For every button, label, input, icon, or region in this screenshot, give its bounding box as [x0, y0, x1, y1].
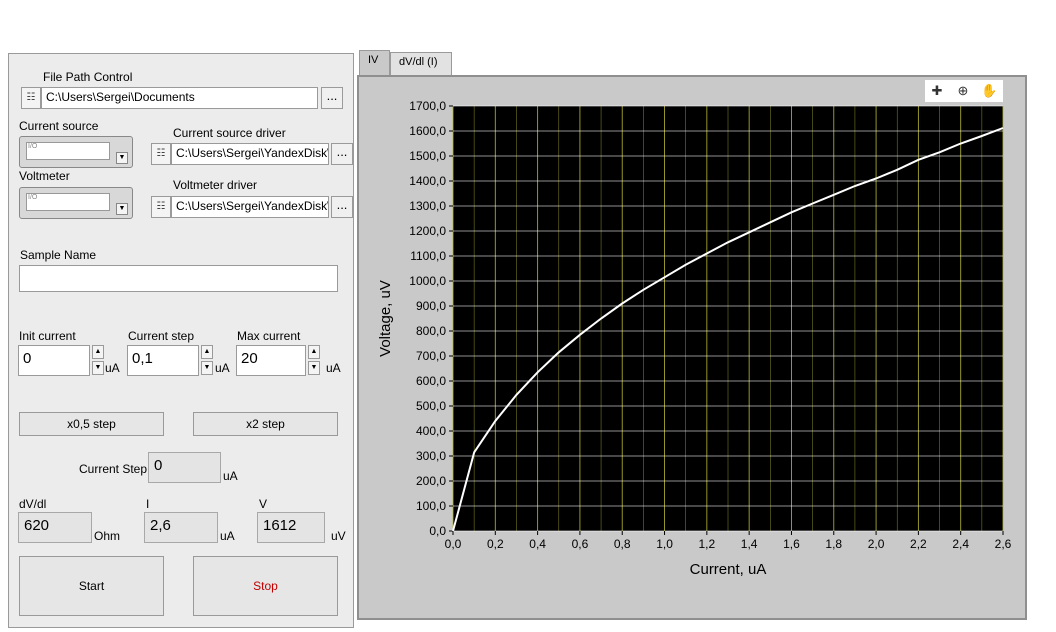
current-step-indicator-label: Current Step [79, 462, 148, 476]
max-current-unit: uA [326, 361, 341, 375]
x-tick-label: 1,2 [699, 537, 716, 551]
sample-name-label: Sample Name [20, 248, 97, 262]
cursor-move-icon[interactable]: ✚ [929, 83, 945, 99]
path-icon: ☷ [21, 87, 41, 109]
x-axis-label: Current, uA [690, 561, 767, 578]
x-ticks: 0,0 0,2 0,4 0,6 0,8 1,0 1,2 1,4 1,6 1,8 2,0 2,2 2,4 2… [445, 531, 1012, 551]
current-step-label: Current step [128, 329, 195, 343]
init-current-label: Init current [19, 329, 76, 343]
current-source-driver-input[interactable]: C:\Users\Sergei\YandexDisk\ [171, 143, 329, 165]
v-unit: uV [331, 529, 346, 543]
y-axis-label: Voltage, uV [377, 280, 394, 357]
current-step-indicator-unit: uA [223, 469, 238, 483]
x-tick-label: 0,2 [487, 537, 504, 551]
x-tick-label: 2,0 [868, 537, 885, 551]
y-tick-label: 1600,0 [409, 124, 446, 138]
path-icon: ☷ [151, 143, 171, 165]
y-tick-label: 200,0 [416, 474, 446, 488]
current-source-label: Current source [19, 119, 99, 133]
stop-button[interactable]: Stop [193, 556, 338, 616]
x-tick-label: 1,4 [741, 537, 758, 551]
y-tick-label: 800,0 [416, 324, 446, 338]
voltmeter-driver-browse-button[interactable]: ... [331, 196, 353, 218]
file-path-label: File Path Control [43, 70, 133, 84]
voltmeter-visa[interactable]: I/O ▼ [19, 187, 133, 219]
init-current-input[interactable]: 0 [18, 345, 90, 376]
y-tick-label: 1100,0 [410, 249, 446, 263]
file-path-input[interactable]: C:\Users\Sergei\Documents [41, 87, 318, 109]
double-step-button[interactable]: x2 step [193, 412, 338, 436]
init-current-stepper[interactable]: ▲ ▼ [92, 345, 104, 375]
current-source-driver-label: Current source driver [173, 126, 286, 140]
current-step-unit: uA [215, 361, 230, 375]
voltmeter-label: Voltmeter [19, 169, 70, 183]
current-source-visa[interactable]: I/O ▼ [19, 136, 133, 168]
y-tick-label: 1400,0 [409, 174, 446, 188]
path-icon: ☷ [151, 196, 171, 218]
dvdl-label: dV/dl [19, 497, 47, 511]
y-tick-label: 900,0 [416, 299, 446, 313]
x-tick-label: 0,6 [572, 537, 589, 551]
v-indicator: 1612 [257, 512, 325, 543]
chevron-down-icon[interactable]: ▼ [116, 203, 128, 215]
current-step-stepper[interactable]: ▲ ▼ [201, 345, 213, 375]
x-tick-label: 2,2 [910, 537, 927, 551]
graph-palette: ✚ ⊕ ✋ [925, 80, 1003, 102]
y-tick-label: 300,0 [416, 449, 446, 463]
start-button[interactable]: Start [19, 556, 164, 616]
x-tick-label: 1,8 [825, 537, 842, 551]
current-source-visa-input[interactable]: I/O [26, 142, 110, 160]
pan-hand-icon[interactable]: ✋ [981, 83, 997, 99]
y-ticks: 0,0 100,0 200,0 300,0 400,0 500,0 600,0 700,0 80… [409, 100, 453, 538]
zoom-icon[interactable]: ⊕ [955, 83, 971, 99]
init-current-unit: uA [105, 361, 120, 375]
y-tick-label: 500,0 [416, 399, 446, 413]
i-unit: uA [220, 529, 235, 543]
dvdl-unit: Ohm [94, 529, 121, 543]
chevron-down-icon[interactable]: ▼ [116, 152, 128, 164]
x-tick-label: 2,6 [995, 537, 1012, 551]
x-tick-label: 2,4 [952, 537, 969, 551]
file-path-browse-button[interactable]: ... [321, 87, 343, 109]
voltmeter-driver-label: Voltmeter driver [173, 178, 258, 192]
current-source-driver-browse-button[interactable]: ... [331, 143, 353, 165]
half-step-button[interactable]: x0,5 step [19, 412, 164, 436]
current-step-indicator: 0 [148, 452, 221, 483]
x-tick-label: 0,4 [529, 537, 546, 551]
max-current-label: Max current [237, 329, 301, 343]
max-current-stepper[interactable]: ▲ ▼ [308, 345, 320, 375]
tab-iv[interactable]: IV [359, 50, 390, 77]
y-tick-label: 600,0 [416, 374, 446, 388]
voltmeter-driver-input[interactable]: C:\Users\Sergei\YandexDisk\ [171, 196, 329, 218]
y-tick-label: 1200,0 [409, 224, 446, 238]
y-tick-label: 700,0 [416, 349, 446, 363]
max-current-input[interactable]: 20 [236, 345, 306, 376]
v-label: V [259, 497, 268, 511]
y-tick-label: 1000,0 [409, 274, 446, 288]
y-tick-label: 0,0 [429, 524, 446, 538]
y-tick-label: 400,0 [416, 424, 446, 438]
x-tick-label: 1,6 [783, 537, 800, 551]
sample-name-input[interactable] [19, 265, 338, 292]
i-label: I [146, 497, 150, 511]
dvdl-indicator: 620 [18, 512, 92, 543]
y-tick-label: 100,0 [416, 499, 446, 513]
tab-dvdl[interactable]: dV/dl (I) [390, 52, 452, 76]
y-tick-label: 1700,0 [409, 100, 446, 113]
iv-chart: 0,0 100,0 200,0 300,0 400,0 500,0 600,0 700,0 80… [377, 100, 1012, 578]
i-indicator: 2,6 [144, 512, 218, 543]
x-tick-label: 1,0 [656, 537, 673, 551]
current-step-input[interactable]: 0,1 [127, 345, 199, 376]
x-tick-label: 0,0 [445, 537, 462, 551]
y-tick-label: 1500,0 [409, 149, 446, 163]
y-tick-label: 1300,0 [409, 199, 446, 213]
voltmeter-visa-input[interactable]: I/O [26, 193, 110, 211]
x-tick-label: 0,8 [614, 537, 631, 551]
